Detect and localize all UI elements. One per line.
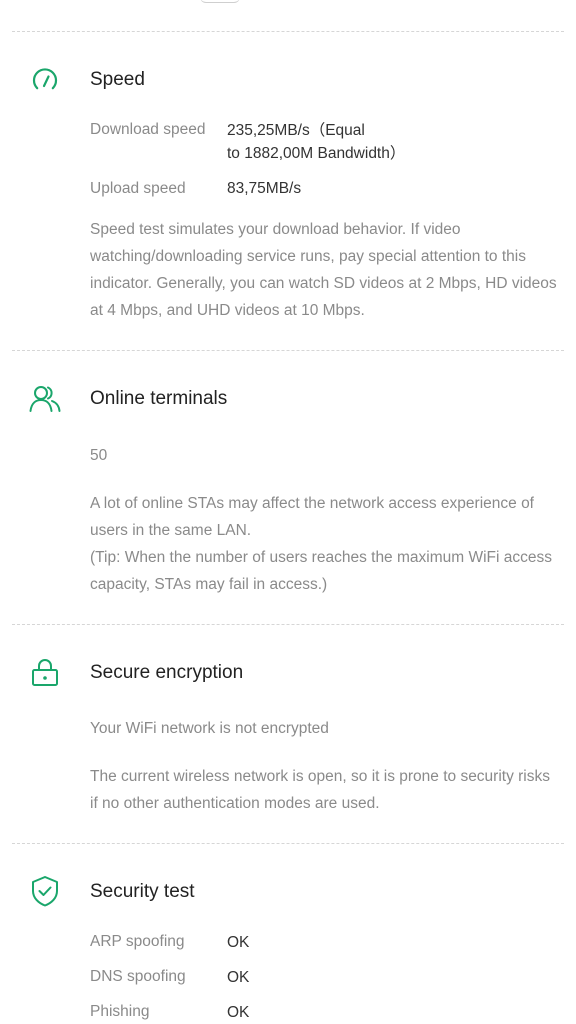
previous-section-fragment <box>200 0 240 3</box>
section-title: Secure encryption <box>90 662 244 683</box>
speed-description: Speed test simulates your download behav… <box>90 221 557 319</box>
download-speed-label: Download speed <box>90 121 206 138</box>
section-title: Security test <box>90 881 195 902</box>
upload-speed-label: Upload speed <box>90 180 186 197</box>
speedometer-icon <box>28 63 62 97</box>
shield-check-icon <box>28 874 62 908</box>
users-icon <box>28 382 62 416</box>
arp-spoofing-label: ARP spoofing <box>90 933 185 950</box>
divider <box>12 843 564 844</box>
divider <box>12 624 564 625</box>
lock-icon <box>28 656 62 690</box>
encryption-status: Your WiFi network is not encrypted <box>90 720 329 737</box>
terminals-description-text: A lot of online STAs may affect the netw… <box>90 495 534 539</box>
arp-spoofing-value: OK <box>227 934 250 951</box>
download-speed-value-line: 235,25MB/s（Equal <box>227 122 365 139</box>
section-title: Online terminals <box>90 388 228 409</box>
dns-spoofing-value: OK <box>227 969 250 986</box>
phishing-value: OK <box>227 1004 250 1021</box>
terminals-description: A lot of online STAs may affect the netw… <box>90 490 560 598</box>
wifi-report-page: Speed Download speed 235,25MB/s（Equal to… <box>0 0 576 1024</box>
dns-spoofing-label: DNS spoofing <box>90 968 186 985</box>
download-speed-value-line: to 1882,00M Bandwidth） <box>227 145 406 162</box>
upload-speed-value: 83,75MB/s <box>227 180 302 197</box>
phishing-label: Phishing <box>90 1003 150 1020</box>
terminal-count: 50 <box>90 447 108 464</box>
download-speed-value: 235,25MB/s（Equal to 1882,00M Bandwidth） <box>227 119 405 165</box>
encryption-description: The current wireless network is open, so… <box>90 768 551 812</box>
divider <box>12 350 564 351</box>
section-title: Speed <box>90 69 145 90</box>
terminals-tip-text: (Tip: When the number of users reaches t… <box>90 549 552 593</box>
divider <box>12 31 564 32</box>
